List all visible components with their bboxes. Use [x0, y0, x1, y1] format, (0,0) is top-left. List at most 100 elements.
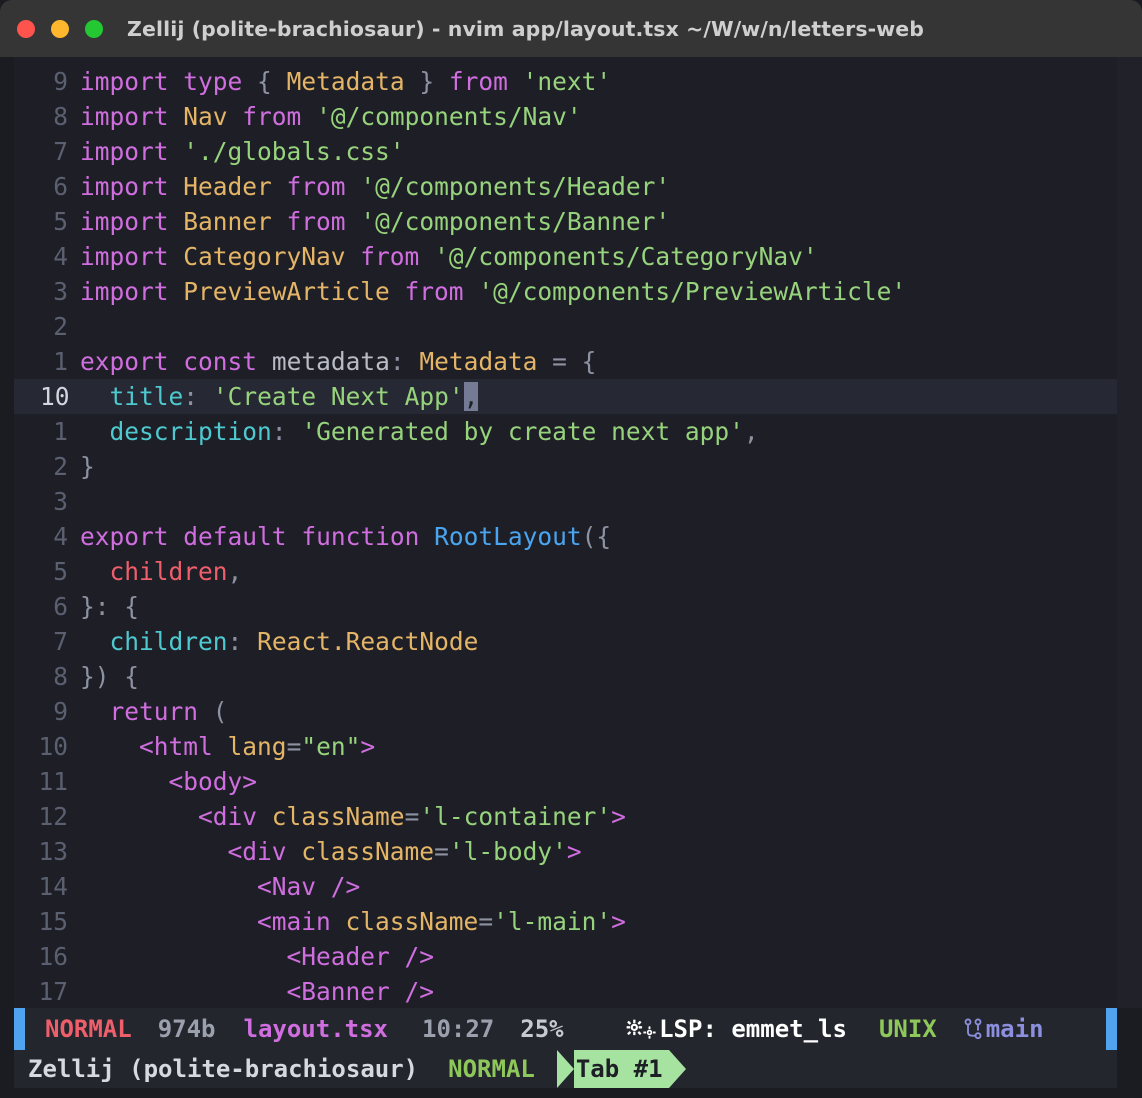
line-content: import PreviewArticle from '@/components…	[80, 274, 1117, 309]
line-number: 17	[14, 974, 80, 1009]
editor-line[interactable]: 1export const metadata: Metadata = {	[14, 344, 1117, 379]
editor-line[interactable]: 17 <Banner />	[14, 974, 1117, 1009]
line-content: import Nav from '@/components/Nav'	[80, 99, 1117, 134]
editor-line[interactable]: 8import Nav from '@/components/Nav'	[14, 99, 1117, 134]
editor-line[interactable]: 14 <Nav />	[14, 869, 1117, 904]
line-content: }) {	[80, 659, 1117, 694]
editor-line[interactable]: 6}: {	[14, 589, 1117, 624]
editor-line[interactable]: 15 <main className='l-main'>	[14, 904, 1117, 939]
line-content: <div className='l-container'>	[80, 799, 1117, 834]
statusline-position: 10:27	[422, 1015, 494, 1043]
zellij-mode: NORMAL	[448, 1055, 535, 1083]
editor-left-frame	[0, 57, 14, 1008]
line-content: import Banner from '@/components/Banner'	[80, 204, 1117, 239]
zellij-tab-1[interactable]: Tab #1	[557, 1050, 686, 1088]
editor-line[interactable]: 4export default function RootLayout({	[14, 519, 1117, 554]
editor-line[interactable]: 2}	[14, 449, 1117, 484]
line-number: 4	[14, 519, 80, 554]
line-content: import CategoryNav from '@/components/Ca…	[80, 239, 1117, 274]
terminal-body: 9import type { Metadata } from 'next'8im…	[0, 57, 1142, 1098]
line-content: title: 'Create Next App',	[80, 379, 1117, 414]
zellij-session-name: Zellij (polite-brachiosaur)	[28, 1055, 418, 1083]
close-button[interactable]	[17, 20, 35, 38]
tab-chevron-right-icon	[669, 1050, 686, 1088]
line-content: import './globals.css'	[80, 134, 1117, 169]
line-number: 3	[14, 274, 80, 309]
line-number: 14	[14, 869, 80, 904]
line-number: 9	[14, 694, 80, 729]
statusline-filename: layout.tsx	[244, 1015, 389, 1043]
editor-line[interactable]: 9 return (	[14, 694, 1117, 729]
editor-line[interactable]: 5import Banner from '@/components/Banner…	[14, 204, 1117, 239]
editor-line[interactable]: 10 <html lang="en">	[14, 729, 1117, 764]
line-number: 3	[14, 484, 80, 519]
editor-line[interactable]: 3	[14, 484, 1117, 519]
minimize-button[interactable]	[51, 20, 69, 38]
terminal-window: Zellij (polite-brachiosaur) - nvim app/l…	[0, 0, 1142, 1098]
statusline-lsp[interactable]: LSP: emmet_ls	[626, 1015, 847, 1043]
line-content: export default function RootLayout({	[80, 519, 1117, 554]
nvim-statusline: NORMAL 974b layout.tsx 10:27 25%	[0, 1008, 1142, 1050]
editor-line[interactable]: 9import type { Metadata } from 'next'	[14, 64, 1117, 99]
gear-icon	[626, 1019, 656, 1039]
line-content: <Header />	[80, 939, 1117, 974]
line-number: 2	[14, 449, 80, 484]
line-content: }: {	[80, 589, 1117, 624]
line-number: 2	[14, 309, 80, 344]
line-content: <body>	[80, 764, 1117, 799]
line-number: 5	[14, 554, 80, 589]
git-branch-label: main	[986, 1015, 1044, 1043]
editor-line[interactable]: 3import PreviewArticle from '@/component…	[14, 274, 1117, 309]
line-number: 7	[14, 134, 80, 169]
editor-line[interactable]: 8}) {	[14, 659, 1117, 694]
maximize-button[interactable]	[85, 20, 103, 38]
statusline-percent: 25%	[520, 1015, 563, 1043]
editor-line[interactable]: 5 children,	[14, 554, 1117, 589]
statusline-lsp-label: LSP: emmet_ls	[659, 1015, 847, 1043]
editor-line[interactable]: 12 <div className='l-container'>	[14, 799, 1117, 834]
editor-line[interactable]: 4import CategoryNav from '@/components/C…	[14, 239, 1117, 274]
editor-line[interactable]: 7 children: React.ReactNode	[14, 624, 1117, 659]
editor-line[interactable]: 1 description: 'Generated by create next…	[14, 414, 1117, 449]
editor-line[interactable]: 6import Header from '@/components/Header…	[14, 169, 1117, 204]
line-number: 10	[14, 379, 80, 414]
window-controls	[17, 20, 103, 38]
line-content: export const metadata: Metadata = {	[80, 344, 1117, 379]
line-number: 9	[14, 64, 80, 99]
editor-line[interactable]: 10 title: 'Create Next App',	[14, 379, 1117, 414]
nvim-editor-pane[interactable]: 9import type { Metadata } from 'next'8im…	[0, 57, 1142, 1008]
line-number: 8	[14, 659, 80, 694]
line-number: 11	[14, 764, 80, 799]
line-content: description: 'Generated by create next a…	[80, 414, 1117, 449]
line-content: <div className='l-body'>	[80, 834, 1117, 869]
editor-line[interactable]: 2	[14, 309, 1117, 344]
statusline-fileformat: UNIX	[879, 1015, 937, 1043]
statusline-filesize: 974b	[158, 1015, 216, 1043]
line-content: import Header from '@/components/Header'	[80, 169, 1117, 204]
line-number: 16	[14, 939, 80, 974]
line-content: import type { Metadata } from 'next'	[80, 64, 1117, 99]
editor-line[interactable]: 11 <body>	[14, 764, 1117, 799]
line-content: }	[80, 449, 1117, 484]
line-number: 1	[14, 414, 80, 449]
line-content: <main className='l-main'>	[80, 904, 1117, 939]
statusline-git-branch[interactable]: main	[963, 1015, 1044, 1043]
statusline-mode: NORMAL	[45, 1015, 132, 1043]
line-content: children: React.ReactNode	[80, 624, 1117, 659]
window-title: Zellij (polite-brachiosaur) - nvim app/l…	[127, 17, 924, 41]
line-number: 13	[14, 834, 80, 869]
line-number: 8	[14, 99, 80, 134]
line-number: 12	[14, 799, 80, 834]
editor-line[interactable]: 13 <div className='l-body'>	[14, 834, 1117, 869]
line-content: return (	[80, 694, 1117, 729]
git-branch-icon	[963, 1018, 983, 1040]
editor-right-frame	[1117, 57, 1142, 1008]
line-content: <Banner />	[80, 974, 1117, 1009]
tab-chevron-left-icon	[557, 1050, 574, 1088]
editor-line[interactable]: 7import './globals.css'	[14, 134, 1117, 169]
line-number: 1	[14, 344, 80, 379]
window-titlebar: Zellij (polite-brachiosaur) - nvim app/l…	[0, 0, 1142, 57]
line-number: 6	[14, 589, 80, 624]
line-number: 4	[14, 239, 80, 274]
editor-line[interactable]: 16 <Header />	[14, 939, 1117, 974]
